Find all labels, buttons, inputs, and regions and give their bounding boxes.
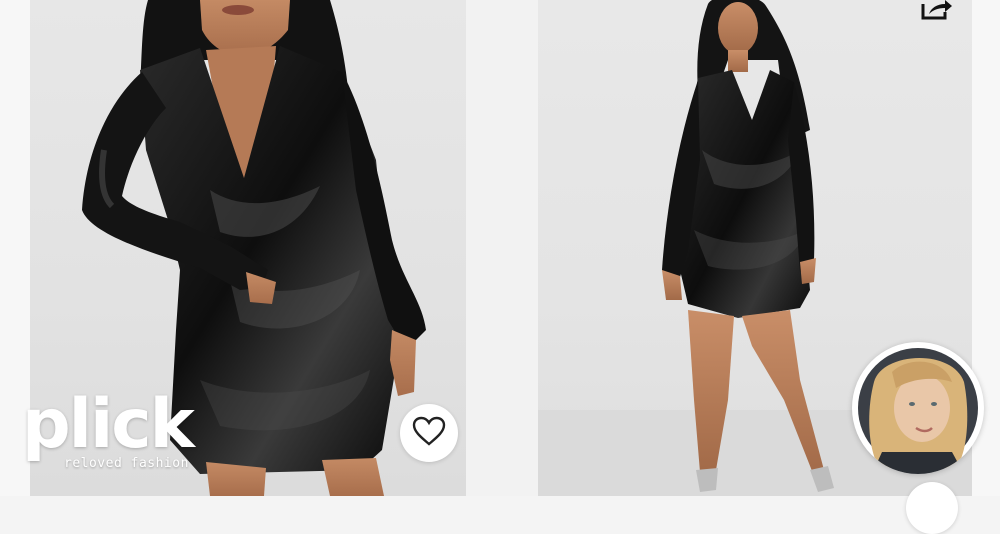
seller-profile-photo (858, 348, 978, 474)
grid-gap (466, 0, 538, 496)
share-icon (919, 0, 953, 27)
heart-outline-icon (412, 416, 446, 451)
more-button[interactable] (906, 482, 958, 534)
favorite-button[interactable] (400, 404, 458, 462)
plick-watermark: plick reloved fashion (22, 388, 222, 478)
seller-avatar[interactable] (852, 342, 984, 474)
share-button[interactable] (914, 0, 958, 24)
plick-wordmark: plick (22, 385, 195, 464)
plick-tagline: reloved fashion (64, 456, 189, 471)
